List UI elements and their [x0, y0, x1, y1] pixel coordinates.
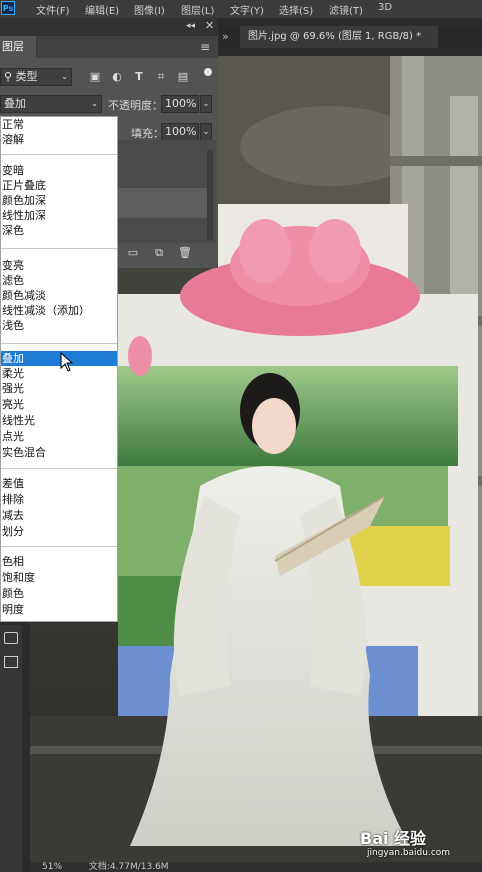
- screen-mode-icon[interactable]: [4, 656, 18, 668]
- blend-option-saturation[interactable]: 饱和度: [1, 570, 117, 585]
- menu-3d[interactable]: 3D: [378, 2, 392, 13]
- blend-option-screen[interactable]: 滤色: [1, 273, 117, 288]
- blend-option-linear-dodge[interactable]: 线性减淡（添加）: [1, 303, 117, 318]
- chevron-down-icon: ⌄: [91, 99, 98, 108]
- menu-file[interactable]: 文件(F): [36, 2, 70, 17]
- blend-mode-menu: 正常 溶解 变暗 正片叠底 颜色加深 线性加深 深色 变亮 滤色 颜色减淡 线性…: [0, 116, 118, 622]
- document-size: 文档:4.77M/13.6M: [88, 862, 169, 872]
- menu-type[interactable]: 文字(Y): [230, 2, 264, 17]
- fill-label: 填充：: [131, 127, 164, 140]
- layer-row[interactable]: [118, 188, 208, 218]
- blend-option-exclusion[interactable]: 排除: [1, 492, 117, 507]
- filter-smart-object-icon[interactable]: ▤: [176, 70, 190, 84]
- blend-option-multiply[interactable]: 正片叠底: [1, 178, 117, 193]
- menu-layer[interactable]: 图层(L): [181, 2, 214, 17]
- filter-text-icon[interactable]: T: [132, 70, 146, 84]
- quick-mask-icon[interactable]: [4, 632, 18, 644]
- blend-option-luminosity[interactable]: 明度: [1, 602, 117, 617]
- menu-filter[interactable]: 滤镜(T): [329, 2, 363, 17]
- blend-option-pin-light[interactable]: 点光: [1, 429, 117, 444]
- opacity-chevron-icon[interactable]: ⌄: [200, 95, 212, 113]
- blend-option-linear-burn[interactable]: 线性加深: [1, 208, 117, 223]
- blend-option-difference[interactable]: 差值: [1, 476, 117, 491]
- filter-type-select[interactable]: ⚲ 类型 ⌄: [0, 68, 72, 86]
- filter-adjustment-icon[interactable]: ◐: [110, 70, 124, 84]
- chevron-down-icon: ⌄: [61, 72, 68, 81]
- filter-shape-icon[interactable]: ⌗: [154, 70, 168, 84]
- fill-input[interactable]: 100%: [161, 123, 199, 141]
- blend-option-color[interactable]: 颜色: [1, 586, 117, 601]
- baidu-watermark: Bai 经验: [360, 829, 427, 848]
- blend-option-normal[interactable]: 正常: [1, 117, 117, 132]
- document-tab[interactable]: 图片.jpg @ 69.6% (图层 1, RGB/8) *: [240, 26, 438, 48]
- opacity-input[interactable]: 100%: [161, 95, 199, 113]
- menu-separator: [1, 343, 117, 344]
- blend-option-darker-color[interactable]: 深色: [1, 223, 117, 238]
- blend-option-hue[interactable]: 色相: [1, 554, 117, 569]
- menu-image[interactable]: 图像(I): [134, 2, 165, 17]
- menu-separator: [1, 248, 117, 249]
- baidu-watermark-url: jingyan.baidu.com: [367, 848, 451, 858]
- search-icon: ⚲: [4, 70, 13, 83]
- new-group-icon[interactable]: ▭: [126, 246, 140, 260]
- status-bar: 51% 文档:4.77M/13.6M: [30, 862, 482, 872]
- blend-option-subtract[interactable]: 减去: [1, 508, 117, 523]
- blend-mode-select[interactable]: 叠加 ⌄: [0, 95, 102, 113]
- blend-option-color-dodge[interactable]: 颜色减淡: [1, 288, 117, 303]
- blend-option-lighten[interactable]: 变亮: [1, 258, 117, 273]
- layer-list-scrollbar[interactable]: [207, 150, 213, 240]
- blend-option-vivid-light[interactable]: 亮光: [1, 397, 117, 412]
- blend-option-hard-mix[interactable]: 实色混合: [1, 445, 117, 460]
- blend-option-dissolve[interactable]: 溶解: [1, 132, 117, 147]
- menu-edit[interactable]: 编辑(E): [85, 2, 119, 17]
- tab-layers[interactable]: 图层: [0, 36, 37, 58]
- filter-toggle-icon[interactable]: [204, 68, 212, 76]
- blend-option-hard-light[interactable]: 强光: [1, 381, 117, 396]
- menu-separator: [1, 154, 117, 155]
- close-panel-icon[interactable]: ✕: [205, 19, 214, 32]
- blend-option-darken[interactable]: 变暗: [1, 163, 117, 178]
- filter-pixel-icon[interactable]: ▣: [88, 70, 102, 84]
- menu-select[interactable]: 选择(S): [279, 2, 313, 17]
- collapse-panel-icon[interactable]: ◂◂: [186, 21, 195, 31]
- delete-layer-icon[interactable]: 🗑: [178, 246, 192, 260]
- menu-separator: [1, 546, 117, 547]
- scroll-tabs-icon[interactable]: »: [222, 30, 229, 43]
- photoshop-logo-icon: Ps: [1, 1, 15, 15]
- new-layer-icon[interactable]: ⧉: [152, 246, 166, 260]
- panel-tab-strip: [34, 36, 218, 58]
- blend-option-color-burn[interactable]: 颜色加深: [1, 193, 117, 208]
- blend-option-divide[interactable]: 划分: [1, 524, 117, 539]
- panel-menu-icon[interactable]: ≡: [200, 40, 210, 54]
- blend-option-overlay[interactable]: 叠加: [1, 351, 117, 366]
- fill-chevron-icon[interactable]: ⌄: [200, 123, 212, 141]
- menu-separator: [1, 468, 117, 469]
- blend-option-soft-light[interactable]: 柔光: [1, 366, 117, 381]
- opacity-label: 不透明度：: [108, 99, 163, 112]
- blend-option-lighter-color[interactable]: 浅色: [1, 318, 117, 333]
- blend-option-linear-light[interactable]: 线性光: [1, 413, 117, 428]
- mouse-cursor-icon: [60, 352, 74, 372]
- zoom-level[interactable]: 51%: [42, 862, 62, 872]
